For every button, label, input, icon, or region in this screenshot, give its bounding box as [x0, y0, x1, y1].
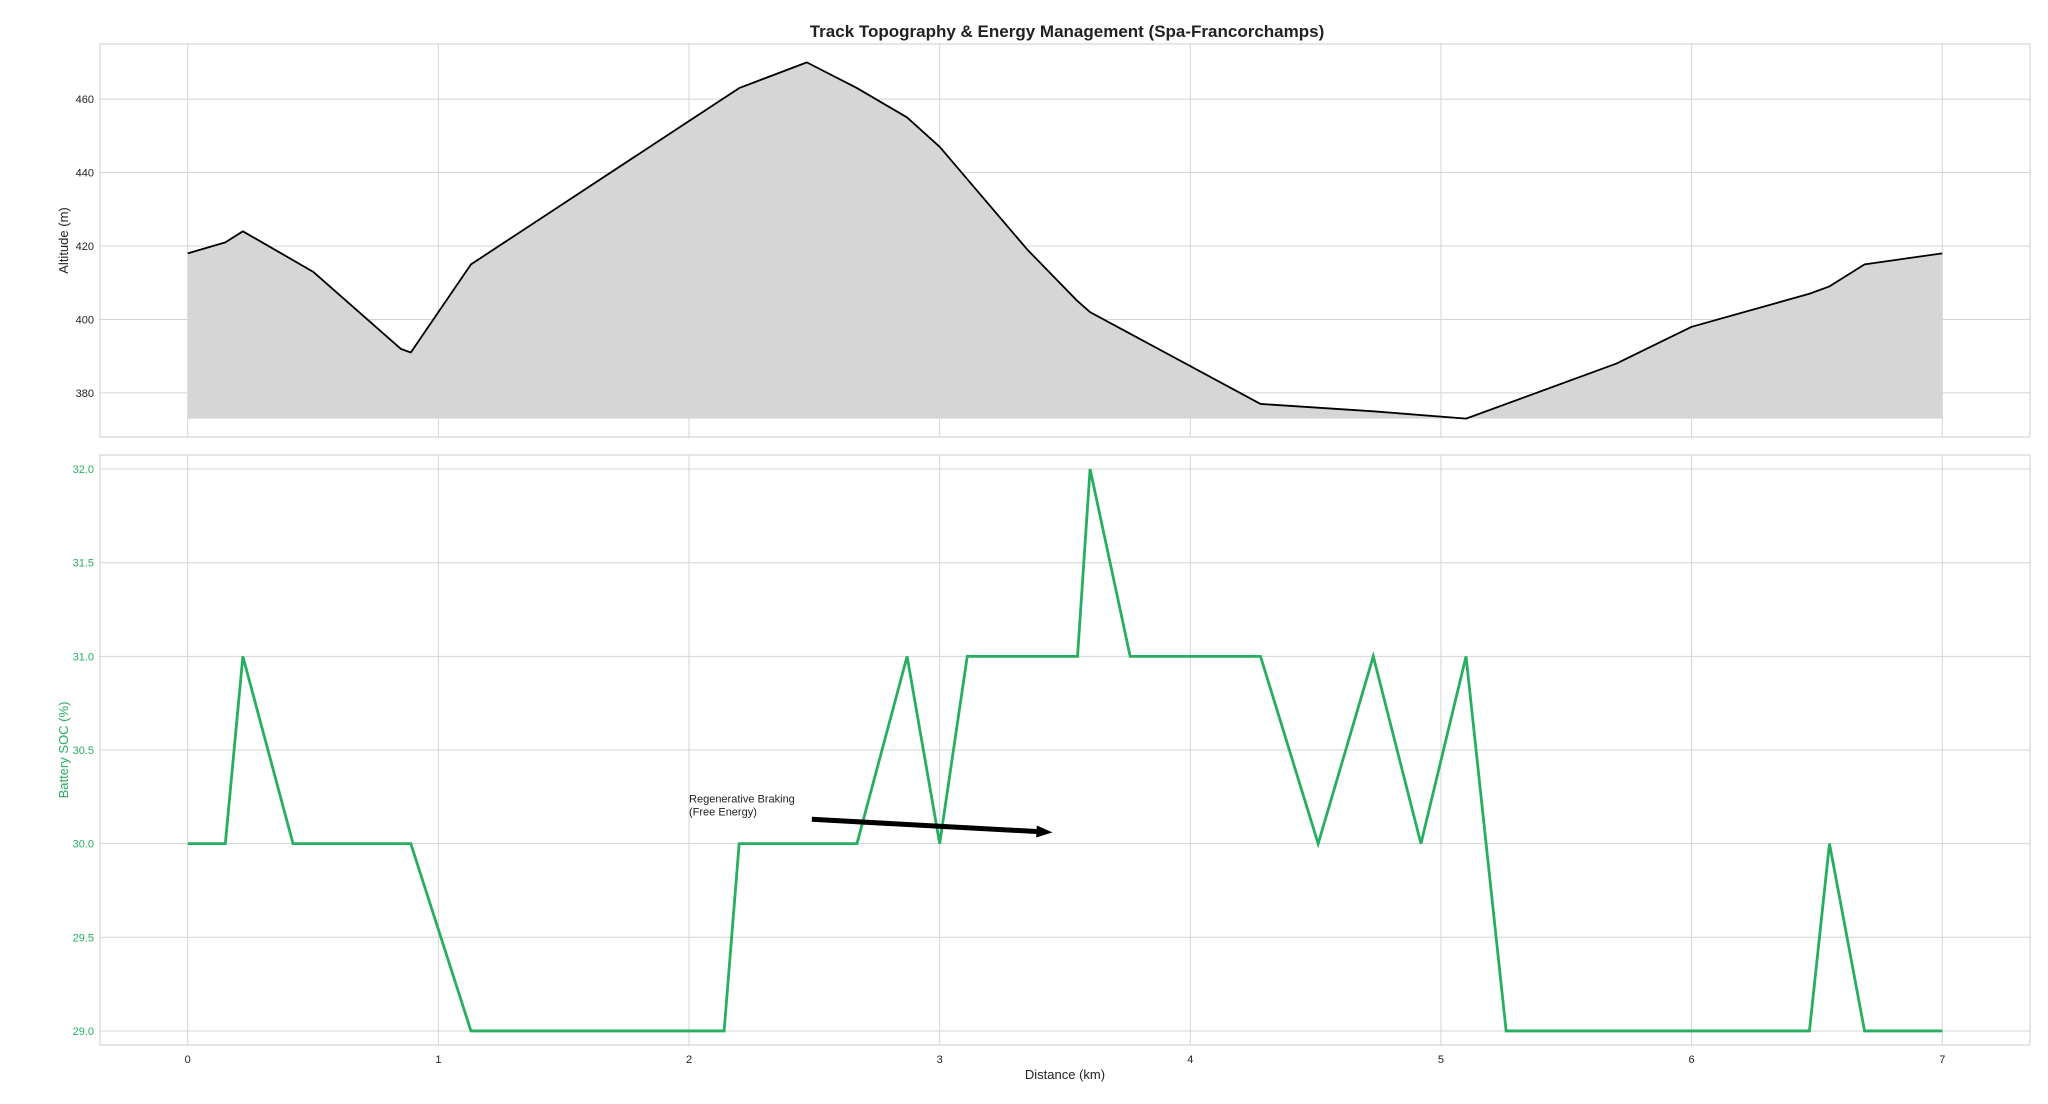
y-tick-label: 32.0 [73, 464, 94, 476]
x-tick-label: 5 [1438, 1054, 1444, 1066]
x-tick-label: 2 [686, 1054, 692, 1066]
altitude-panel: 380 400 420 440 460 Altitude (m) [56, 43, 2031, 438]
y-tick-label: 29.0 [73, 1026, 94, 1038]
y-tick-label: 31.0 [73, 651, 94, 663]
x-tick-label: 4 [1187, 1054, 1193, 1066]
y-axis-label: Altitude (m) [56, 207, 71, 273]
y-tick-label: 400 [76, 314, 94, 326]
annotation-text-line: (Free Energy) [689, 806, 757, 818]
annotation-arrow-head [1036, 825, 1053, 838]
y-tick-label: 460 [76, 94, 94, 106]
y-tick-label: 30.5 [73, 745, 94, 757]
altitude-area-fill [187, 62, 1943, 419]
y-tick-label: 30.0 [73, 839, 94, 851]
x-tick-label: 3 [937, 1054, 943, 1066]
y-tick-label: 380 [76, 388, 94, 400]
x-axis-label: Distance (km) [1025, 1067, 1105, 1082]
annotation-text-line: Regenerative Braking [689, 793, 795, 805]
x-tick-label: 0 [185, 1054, 191, 1066]
y-tick-label: 29.5 [73, 932, 94, 944]
x-tick-label: 1 [435, 1054, 441, 1066]
battery-soc-panel: 29.0 29.5 30.0 30.5 31.0 31.5 32.0 0 1 2 3 4 5 6 7 Batt… [56, 454, 2031, 1082]
y-axis-label: Battery SOC (%) [56, 702, 71, 799]
x-tick-label: 7 [1939, 1054, 1945, 1066]
y-tick-label: 440 [76, 168, 94, 180]
chart-title: Track Topography & Energy Management (Sp… [810, 22, 1325, 41]
y-tick-label: 420 [76, 241, 94, 253]
annotation-arrow-shaft [811, 816, 1037, 835]
annotation-text: Regenerative Braking (Free Energy) [689, 793, 795, 818]
y-tick-label: 31.5 [73, 558, 94, 570]
chart-figure: Track Topography & Energy Management (Sp… [56, 22, 2031, 1082]
x-tick-label: 6 [1689, 1054, 1695, 1066]
